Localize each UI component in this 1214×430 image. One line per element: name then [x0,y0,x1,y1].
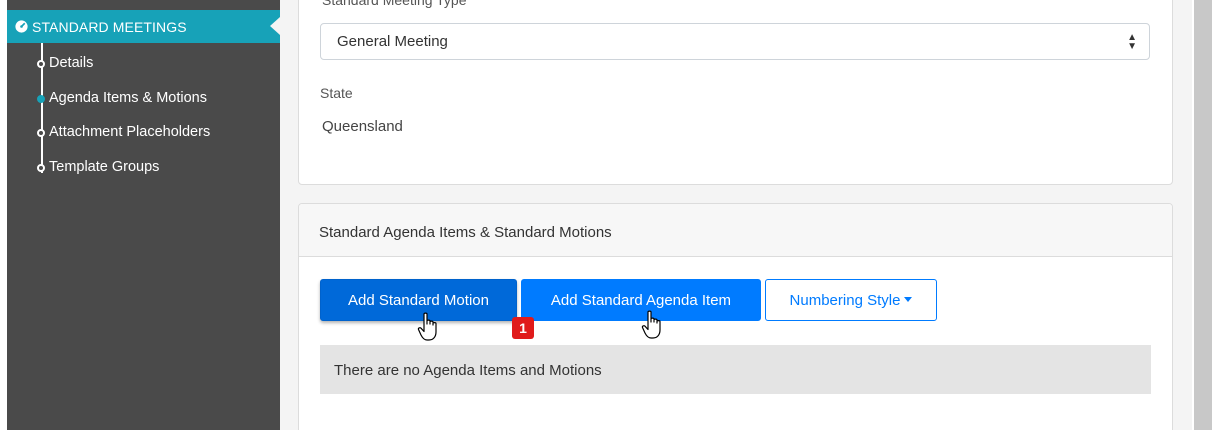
sidebar-item-label: Agenda Items & Motions [49,90,207,106]
sidebar-item-label: Template Groups [49,159,160,175]
button-label: Add Standard Agenda Item [550,292,732,309]
button-label: Add Standard Motion [348,292,489,309]
sidebar: STANDARD MEETINGS Details Agenda Items &… [7,0,280,430]
card-header: Standard Agenda Items & Standard Motions [299,204,1172,257]
left-edge [0,0,7,430]
meeting-type-label: Standard Meeting Type [322,0,467,8]
card-title: Standard Agenda Items & Standard Motions [319,224,612,241]
state-label: State [320,85,353,101]
tree-node-icon [37,129,45,137]
tree-node-icon [37,60,45,68]
empty-state: There are no Agenda Items and Motions [320,345,1151,394]
button-label: Numbering Style [789,292,901,309]
chevron-down-icon [904,297,913,302]
sidebar-item-label: Details [49,55,94,71]
active-caret [270,17,280,35]
dashboard-icon [15,20,28,33]
numbering-style-dropdown[interactable]: Numbering Style [765,279,937,321]
meeting-type-value: General Meeting [337,33,448,50]
scrollbar-thumb[interactable] [1194,0,1212,430]
select-arrows-icon: ▲ ▼ [1127,32,1137,52]
hand-cursor-icon [417,312,437,341]
tree-node-active-icon [37,95,45,103]
sidebar-section-label: STANDARD MEETINGS [32,19,187,35]
meeting-type-select[interactable]: General Meeting ▲ ▼ [320,23,1150,60]
tree-node-icon [37,164,45,172]
sidebar-section-standard-meetings[interactable]: STANDARD MEETINGS [7,10,280,43]
empty-message: There are no Agenda Items and Motions [334,362,602,379]
sidebar-item-label: Attachment Placeholders [49,124,211,140]
hand-cursor-icon [641,310,661,339]
state-value: Queensland [322,118,403,135]
step-badge: 1 [512,317,534,339]
